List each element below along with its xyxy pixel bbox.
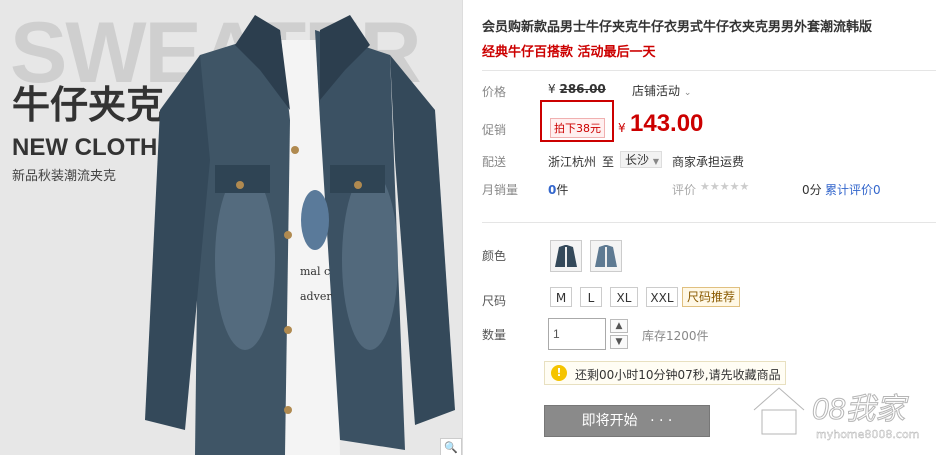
site-watermark: 08我家 myhome8008.com bbox=[744, 378, 944, 453]
quantity-decrease-button[interactable]: ▼ bbox=[610, 335, 628, 349]
currency-symbol: ¥ bbox=[548, 82, 556, 96]
chevron-up-icon: ▲ bbox=[615, 321, 623, 331]
product-slogan: 经典牛仔百搭款 活动最后一天 bbox=[482, 45, 656, 60]
reviews-link-label: 累计评价 bbox=[825, 183, 874, 197]
svg-text:adver: adver bbox=[300, 290, 332, 303]
magnifier-icon[interactable]: 🔍 bbox=[440, 438, 462, 455]
color-swatch-light[interactable] bbox=[590, 240, 622, 272]
house-logo-icon bbox=[752, 384, 806, 436]
jacket-thumbnail-icon bbox=[595, 245, 617, 267]
coming-soon-button[interactable]: 即将开始 · · · bbox=[544, 405, 710, 437]
watermark-text: 08我家 bbox=[811, 393, 906, 427]
promo-tag: 拍下38元 bbox=[550, 118, 605, 138]
quantity-input[interactable] bbox=[548, 318, 606, 350]
store-activity-label: 店铺活动 bbox=[632, 84, 681, 98]
size-option-xl[interactable]: XL bbox=[610, 287, 638, 307]
rating-label: 评价 bbox=[672, 183, 697, 197]
color-swatch-dark[interactable] bbox=[550, 240, 582, 272]
divider bbox=[482, 70, 936, 71]
product-image: SWEATER 牛仔夹克 NEW CLOTHE 新品秋装潮流夹克 mal c a… bbox=[0, 0, 463, 455]
rating-stars-icon: ★★★★★ bbox=[700, 180, 750, 193]
divider bbox=[482, 222, 936, 223]
lightbulb-icon: ! bbox=[551, 365, 567, 381]
chevron-down-icon: ▼ bbox=[615, 337, 623, 347]
jacket-thumbnail-icon bbox=[555, 245, 577, 267]
shipping-label: 配送 bbox=[482, 155, 507, 169]
size-option-l[interactable]: L bbox=[580, 287, 602, 307]
size-option-xxl[interactable]: XXL bbox=[646, 287, 678, 307]
svg-text:mal c: mal c bbox=[300, 265, 330, 278]
image-subtitle: 新品秋装潮流夹克 bbox=[12, 169, 117, 184]
promo-currency: ¥ bbox=[618, 121, 626, 135]
shipping-origin: 浙江杭州 bbox=[548, 155, 597, 169]
color-label: 颜色 bbox=[482, 249, 507, 263]
jacket-photo: mal c adver bbox=[145, 15, 455, 455]
original-price-value: 286.00 bbox=[559, 82, 606, 96]
price-label: 价格 bbox=[482, 85, 507, 99]
sales-unit: 件 bbox=[556, 183, 569, 197]
size-recommend-link[interactable]: 尺码推荐 bbox=[682, 287, 741, 307]
destination-value: 长沙 bbox=[625, 153, 650, 167]
buy-button-label: 即将开始 bbox=[581, 413, 638, 429]
rating-value: 0分 bbox=[802, 183, 822, 197]
destination-select[interactable]: 长沙 ▼ bbox=[620, 151, 662, 168]
shipping-fee: 商家承担运费 bbox=[672, 155, 745, 169]
promo-price: 143.00 bbox=[630, 110, 704, 137]
reviews-link[interactable]: 累计评价0 bbox=[825, 181, 881, 198]
shipping-to: 至 bbox=[602, 155, 615, 169]
quantity-label: 数量 bbox=[482, 328, 507, 342]
size-label: 尺码 bbox=[482, 294, 507, 308]
watermark-url: myhome8008.com bbox=[816, 428, 920, 441]
size-option-m[interactable]: M bbox=[550, 287, 572, 307]
promo-label: 促销 bbox=[482, 123, 507, 137]
chevron-down-icon: ⌄ bbox=[683, 88, 692, 98]
sales-count: 0件 bbox=[548, 181, 568, 198]
caret-down-icon: ▼ bbox=[652, 157, 659, 166]
sales-label: 月销量 bbox=[482, 183, 519, 197]
reviews-count: 0 bbox=[873, 183, 881, 197]
original-price: ¥ 286.00 bbox=[548, 82, 606, 96]
product-title: 会员购新款品男士牛仔夹克牛仔衣男式牛仔衣夹克男男外套潮流韩版 bbox=[482, 20, 873, 35]
store-activity-dropdown[interactable]: 店铺活动 ⌄ bbox=[632, 82, 691, 99]
buy-button-dots: · · · bbox=[650, 413, 673, 429]
quantity-increase-button[interactable]: ▲ bbox=[610, 319, 628, 333]
stock-info: 库存1200件 bbox=[642, 329, 709, 343]
